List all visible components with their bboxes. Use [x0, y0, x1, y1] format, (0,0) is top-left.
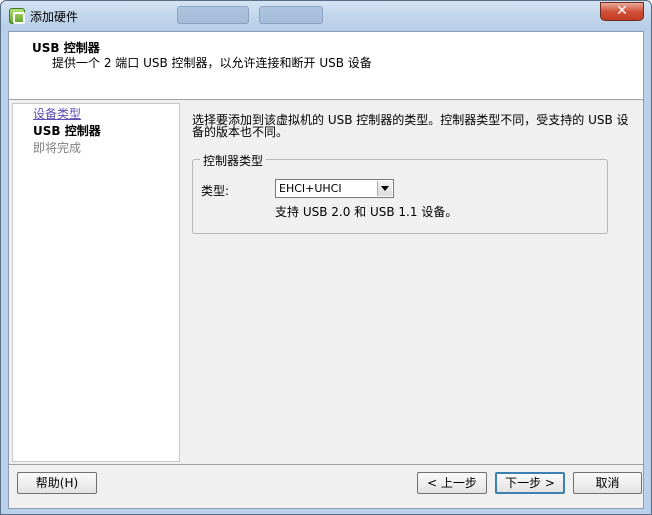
page-subtitle: 提供一个 2 端口 USB 控制器，以允许连接和断开 USB 设备 [52, 56, 372, 70]
controller-type-select[interactable]: EHCI+UHCI [275, 179, 394, 198]
step-ready-to-complete: 即将完成 [33, 141, 82, 155]
add-hardware-window: 添加硬件 ✕ USB 控制器 提供一个 2 端口 USB 控制器，以允许连接和断… [0, 0, 652, 515]
dialog-body: USB 控制器 提供一个 2 端口 USB 控制器，以允许连接和断开 USB 设… [8, 31, 644, 509]
step-usb-controller: USB 控制器 [33, 124, 101, 138]
wizard-header: USB 控制器 提供一个 2 端口 USB 控制器，以允许连接和断开 USB 设… [9, 32, 643, 100]
next-button[interactable]: 下一步 > [495, 472, 565, 494]
titlebar-background-blur [259, 6, 323, 24]
title-bar[interactable]: 添加硬件 ✕ [1, 1, 651, 31]
app-icon [9, 8, 25, 24]
support-info-text: 支持 USB 2.0 和 USB 1.1 设备。 [275, 205, 458, 219]
wizard-steps-panel: 设备类型 USB 控制器 即将完成 [12, 103, 180, 462]
controller-type-group: 控制器类型 类型: EHCI+UHCI 支持 USB 2.0 和 USB 1.1… [192, 152, 608, 234]
window-title: 添加硬件 [30, 10, 79, 24]
description-text: 选择要添加到该虚拟机的 USB 控制器的类型。控制器类型不同，受支持的 USB … [192, 113, 629, 139]
dropdown-arrow-icon[interactable] [377, 181, 392, 196]
close-button[interactable]: ✕ [600, 2, 644, 21]
cancel-button[interactable]: 取消 [573, 472, 642, 494]
controller-type-value: EHCI+UHCI [279, 182, 342, 195]
footer-divider [9, 464, 643, 465]
group-title: 控制器类型 [200, 152, 267, 169]
back-button[interactable]: < 上一步 [417, 472, 487, 494]
step-device-type[interactable]: 设备类型 [33, 105, 81, 122]
help-button[interactable]: 帮助(H) [17, 472, 97, 494]
titlebar-background-blur [177, 6, 249, 24]
type-label: 类型: [201, 184, 230, 198]
